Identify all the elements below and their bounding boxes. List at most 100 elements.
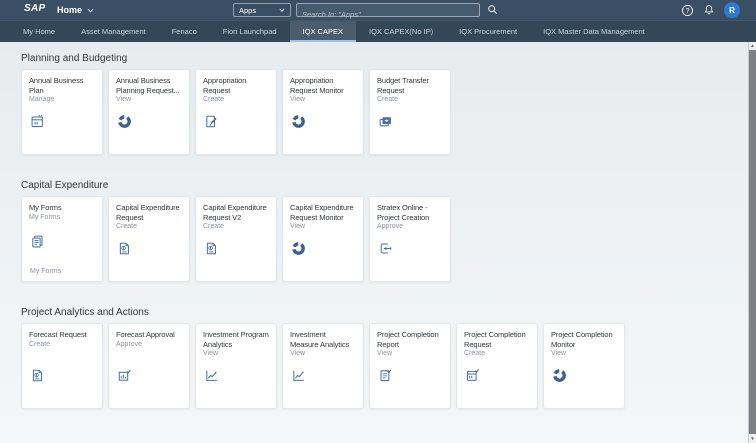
tile-subtitle: View — [116, 96, 132, 103]
nav-tab-asset-management[interactable]: Asset Management — [68, 21, 159, 42]
tile-title: Capital Expenditure Request V2 — [203, 203, 267, 222]
tile-subtitle: Create — [29, 340, 51, 348]
arrow-document-icon — [378, 241, 393, 256]
calendar-icon — [30, 114, 45, 129]
tile-row: Forecast Request Create Forecast Approval A… — [21, 323, 748, 409]
search-field-wrapper — [296, 3, 480, 21]
tile-capital-expenditure-request-monitor[interactable]: Capital Expenditure Request Monitor View — [282, 196, 364, 282]
tile-title: Project Completion Monitor — [551, 330, 613, 349]
process-donut-icon — [291, 114, 306, 129]
shell-header: SAP Home Apps ? R — [0, 0, 756, 21]
tile-capital-expenditure-request[interactable]: Capital Expenditure Request Create — [108, 196, 190, 282]
tile-subtitle: Approve — [377, 223, 404, 230]
tile-annual-business-plan[interactable]: Annual Business Plan Manage — [21, 69, 103, 155]
tile-capital-expenditure-request-v2[interactable]: Capital Expenditure Request V2 Create — [195, 196, 277, 282]
nav-tab-iqx-procurement[interactable]: IQX Procurement — [446, 21, 530, 42]
tile-title: Capital Expenditure Request — [116, 203, 180, 222]
nav-tab-iqx-capex-no-ip[interactable]: IQX CAPEX(No IP) — [356, 21, 446, 42]
money-transfer-icon — [378, 114, 393, 129]
tile-row: My Forms My Forms My Forms Capital Expendit… — [21, 196, 748, 282]
tile-groups: Planning and Budgeting Annual Business Pl… — [0, 42, 748, 443]
notifications-bell-icon[interactable] — [703, 4, 715, 16]
tile-row: Annual Business Plan Manage Annual Busines… — [21, 69, 748, 155]
tile-title: Budget Transfer Request — [377, 76, 429, 95]
nav-tab-fiori-launchpad[interactable]: Fiori Launchpad — [210, 21, 290, 42]
tile-subtitle: Create — [377, 96, 399, 103]
process-donut-icon — [291, 241, 306, 256]
scrollbar-thumb[interactable] — [749, 50, 756, 434]
scroll-up-arrow-icon[interactable]: ▲ — [749, 42, 756, 50]
trend-chart-icon — [291, 368, 306, 383]
tile-annual-business-planning-request[interactable]: Annual Business Planning Request... View — [108, 69, 190, 155]
process-donut-icon — [117, 114, 132, 129]
tile-group-capital-expenditure: Capital Expenditure My Forms My Forms My Fo… — [21, 180, 748, 282]
documents-icon — [30, 234, 45, 249]
tile-title: Investment Program Analytics — [203, 330, 269, 349]
tile-my-forms[interactable]: My Forms My Forms My Forms — [21, 196, 103, 282]
search-input[interactable] — [297, 8, 479, 21]
tile-subtitle: View — [290, 223, 306, 230]
shell-title-menu[interactable]: Home — [57, 0, 94, 20]
tile-appropriation-request[interactable]: Appropriation Request Create — [195, 69, 277, 155]
money-document-icon — [204, 241, 219, 256]
scroll-down-arrow-icon[interactable]: ▼ — [749, 435, 756, 443]
nav-tab-fenaco[interactable]: Fenaco — [159, 21, 210, 42]
tile-subtitle: View — [377, 350, 393, 357]
tile-title: Forecast Approval — [116, 330, 175, 339]
tile-forecast-approval[interactable]: Forecast Approval Approve — [108, 323, 190, 409]
tile-subtitle: Create — [116, 223, 138, 230]
tile-subtitle: Manage — [29, 96, 55, 103]
tile-title: Annual Business Planning Request... — [116, 76, 180, 95]
nav-tab-my-home[interactable]: My Home — [10, 21, 68, 42]
tile-title: Investment Measure Analytics — [290, 330, 350, 349]
tile-title: Annual Business Plan — [29, 76, 84, 95]
tile-subtitle: My Forms — [29, 213, 61, 221]
section-title: Project Analytics and Actions — [21, 307, 149, 318]
tile-subtitle: Create — [203, 96, 225, 103]
tile-investment-measure-analytics[interactable]: Investment Measure Analytics View — [282, 323, 364, 409]
process-donut-icon — [552, 368, 567, 383]
chevron-down-icon — [279, 8, 285, 12]
section-title: Planning and Budgeting — [21, 53, 128, 64]
chevron-down-icon — [87, 8, 94, 13]
tile-title: Stratex Online - Project Creation — [377, 203, 430, 222]
tile-subtitle: View — [203, 350, 219, 357]
header-actions: ? R — [681, 0, 740, 20]
tile-group-planning-and-budgeting: Planning and Budgeting Annual Business Pl… — [21, 53, 748, 155]
tile-forecast-request[interactable]: Forecast Request Create — [21, 323, 103, 409]
tile-subtitle: Create — [203, 223, 225, 230]
money-document-icon — [117, 241, 132, 256]
tile-subtitle: View — [290, 96, 306, 103]
trend-chart-icon — [204, 368, 219, 383]
tile-project-completion-report[interactable]: Project Completion Report View — [369, 323, 451, 409]
nav-tab-iqx-master-data-management[interactable]: IQX Master Data Management — [530, 21, 658, 42]
tile-appropriation-request-monitor[interactable]: Appropriation Request Monitor View — [282, 69, 364, 155]
tile-investment-program-analytics[interactable]: Investment Program Analytics View — [195, 323, 277, 409]
document-check-icon — [378, 368, 393, 383]
tile-title: Forecast Request — [29, 330, 87, 339]
sap-logo[interactable]: SAP — [24, 3, 45, 14]
tile-title: Appropriation Request — [203, 76, 247, 95]
section-title: Capital Expenditure — [21, 180, 109, 191]
calendar-check-icon — [465, 368, 480, 383]
user-avatar[interactable]: R — [724, 2, 740, 18]
nav-tab-iqx-capex[interactable]: IQX CAPEX — [289, 21, 357, 42]
tile-title: Project Completion Request — [464, 330, 526, 349]
tile-title: My Forms — [29, 203, 62, 212]
search-icon[interactable] — [487, 4, 498, 15]
tile-subtitle: View — [551, 350, 567, 357]
search-scope-label: Apps — [239, 5, 257, 15]
tile-subtitle: View — [290, 350, 306, 357]
tile-stratex-online-project-creation[interactable]: Stratex Online - Project Creation Approve — [369, 196, 451, 282]
tile-footer: My Forms — [30, 268, 62, 275]
tile-subtitle: Approve — [116, 340, 143, 348]
tile-project-completion-monitor[interactable]: Project Completion Monitor View — [543, 323, 625, 409]
search-scope-select[interactable]: Apps — [233, 3, 291, 17]
tile-title: Appropriation Request Monitor — [290, 76, 344, 95]
tile-budget-transfer-request[interactable]: Budget Transfer Request Create — [369, 69, 451, 155]
money-document-icon — [30, 368, 45, 383]
shell-title-label: Home — [57, 5, 83, 15]
chart-check-icon — [117, 368, 132, 383]
tile-project-completion-request[interactable]: Project Completion Request Create — [456, 323, 538, 409]
help-icon[interactable]: ? — [681, 4, 694, 17]
